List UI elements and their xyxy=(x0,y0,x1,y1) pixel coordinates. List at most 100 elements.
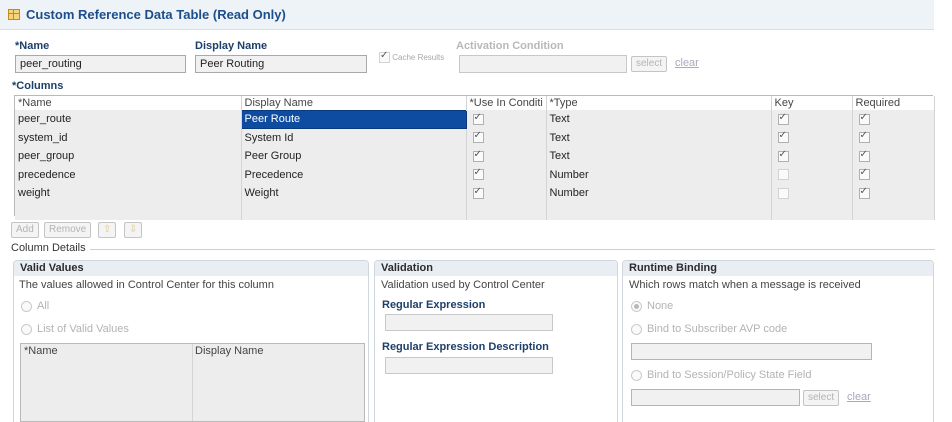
cell-type[interactable]: Text xyxy=(546,110,772,129)
key-checkbox[interactable] xyxy=(777,130,789,144)
cell-name[interactable]: peer_route xyxy=(15,110,242,129)
columns-table: *Name Display Name *Use In Conditi *Type… xyxy=(15,96,935,220)
cell-required[interactable] xyxy=(852,110,935,129)
radio-all[interactable]: All xyxy=(21,300,49,312)
required-checkbox[interactable] xyxy=(858,167,870,181)
cell-use-in-conditions[interactable] xyxy=(466,165,547,184)
col-header-key[interactable]: Key xyxy=(771,96,853,110)
valid-values-description: The values allowed in Control Center for… xyxy=(19,279,274,291)
cache-results-option[interactable]: Cache Results xyxy=(379,50,445,63)
cache-results-checkbox[interactable] xyxy=(379,50,390,63)
cell-display-name[interactable]: System Id xyxy=(241,128,467,147)
column-details-title: Column Details xyxy=(11,242,86,254)
display-name-field[interactable]: Peer Routing xyxy=(195,55,367,73)
regex-description-field[interactable] xyxy=(385,357,553,374)
required-checkbox[interactable] xyxy=(858,186,870,199)
required-checkbox[interactable] xyxy=(858,149,870,162)
columns-header-row: *Name Display Name *Use In Conditi *Type… xyxy=(15,96,935,110)
cell-required[interactable] xyxy=(852,147,935,166)
cell-key[interactable] xyxy=(771,147,853,166)
name-field[interactable]: peer_routing xyxy=(15,55,186,73)
radio-avp-button[interactable] xyxy=(631,323,642,335)
cell-type[interactable]: Text xyxy=(546,147,772,166)
move-up-icon[interactable]: ⇧ xyxy=(98,222,117,238)
use-in-conditions-checkbox[interactable] xyxy=(472,112,484,125)
columns-label: *Columns xyxy=(12,80,64,92)
table-row[interactable]: peer_group Peer Group Text xyxy=(15,147,935,166)
move-down-icon[interactable]: ⇩ xyxy=(124,222,143,238)
session-clear-link[interactable]: clear xyxy=(847,391,871,403)
cell-name[interactable]: precedence xyxy=(15,165,242,184)
cell-type[interactable]: Number xyxy=(546,165,772,184)
required-checkbox[interactable] xyxy=(858,130,870,144)
col-header-use-in-conditions[interactable]: *Use In Conditi xyxy=(466,96,547,110)
cell-key[interactable] xyxy=(771,165,853,184)
key-checkbox[interactable] xyxy=(777,112,789,125)
cell-display-name[interactable]: Peer Route xyxy=(240,109,467,129)
cell-use-in-conditions[interactable] xyxy=(466,147,547,166)
radio-list-button[interactable] xyxy=(21,323,32,335)
table-row[interactable]: weight Weight Number xyxy=(15,184,935,203)
required-checkbox[interactable] xyxy=(858,112,870,125)
key-checkbox[interactable] xyxy=(777,169,789,181)
cache-results-label: Cache Results xyxy=(392,53,445,62)
activation-select-button[interactable]: select xyxy=(631,56,668,72)
session-select-button[interactable]: select xyxy=(803,390,840,406)
cell-key[interactable] xyxy=(771,110,853,129)
table-row[interactable]: precedence Precedence Number xyxy=(15,165,935,184)
table-row[interactable]: system_id System Id Text xyxy=(15,128,935,147)
cell-required[interactable] xyxy=(852,184,935,203)
columns-grid[interactable]: *Name Display Name *Use In Conditi *Type… xyxy=(14,95,935,220)
subscriber-avp-code-field[interactable] xyxy=(631,343,872,360)
regex-field[interactable] xyxy=(385,314,553,331)
cell-type[interactable]: Number xyxy=(546,184,772,203)
radio-none[interactable]: None xyxy=(631,300,673,312)
col-header-required[interactable]: Required xyxy=(852,96,935,110)
table-icon xyxy=(8,9,20,20)
session-state-field[interactable] xyxy=(631,389,800,406)
radio-bind-session-state[interactable]: Bind to Session/Policy State Field xyxy=(631,369,811,381)
cell-key[interactable] xyxy=(771,128,853,147)
radio-none-button[interactable] xyxy=(631,300,642,312)
cell-key[interactable] xyxy=(771,184,853,203)
cell-type[interactable]: Text xyxy=(546,128,772,147)
valid-values-title: Valid Values xyxy=(14,261,368,276)
remove-button[interactable]: Remove xyxy=(44,222,92,238)
radio-bind-subscriber-avp[interactable]: Bind to Subscriber AVP code xyxy=(631,323,787,335)
cell-use-in-conditions[interactable] xyxy=(466,110,547,129)
col-header-display-name[interactable]: Display Name xyxy=(241,96,467,110)
key-checkbox[interactable] xyxy=(777,149,789,162)
cell-use-in-conditions[interactable] xyxy=(466,184,547,203)
radio-session-button[interactable] xyxy=(631,369,642,381)
add-button[interactable]: Add xyxy=(11,222,39,238)
cell-required[interactable] xyxy=(852,128,935,147)
use-in-conditions-checkbox[interactable] xyxy=(472,186,484,199)
cell-name[interactable]: weight xyxy=(15,184,242,203)
valid-values-header-display-name[interactable]: Display Name xyxy=(195,345,263,357)
use-in-conditions-checkbox[interactable] xyxy=(472,167,484,181)
cell-display-name[interactable]: Weight xyxy=(241,184,467,203)
key-checkbox[interactable] xyxy=(777,187,789,199)
col-header-name[interactable]: *Name xyxy=(15,96,242,110)
valid-values-header-name[interactable]: *Name xyxy=(24,345,58,357)
col-header-type[interactable]: *Type xyxy=(546,96,772,110)
cell-name[interactable]: peer_group xyxy=(15,147,242,166)
cell-name[interactable]: system_id xyxy=(15,128,242,147)
use-in-conditions-checkbox[interactable] xyxy=(472,130,484,144)
cell-display-name[interactable]: Precedence xyxy=(241,165,467,184)
activation-condition-field[interactable] xyxy=(459,55,627,73)
regex-description-label: Regular Expression Description xyxy=(382,341,549,353)
radio-list-of-valid-values[interactable]: List of Valid Values xyxy=(21,323,129,335)
cell-display-name[interactable]: Peer Group xyxy=(241,147,467,166)
activation-clear-link[interactable]: clear xyxy=(675,57,699,69)
table-row[interactable]: peer_route Peer Route Text xyxy=(15,109,935,129)
radio-all-button[interactable] xyxy=(21,300,32,312)
validation-description: Validation used by Control Center xyxy=(381,279,545,291)
table-row-empty xyxy=(15,202,935,220)
valid-values-grid[interactable]: *Name Display Name xyxy=(20,343,365,422)
cell-use-in-conditions[interactable] xyxy=(466,128,547,147)
runtime-binding-title: Runtime Binding xyxy=(623,261,933,276)
name-label: *Name xyxy=(15,40,50,52)
cell-required[interactable] xyxy=(852,165,935,184)
use-in-conditions-checkbox[interactable] xyxy=(472,149,484,162)
